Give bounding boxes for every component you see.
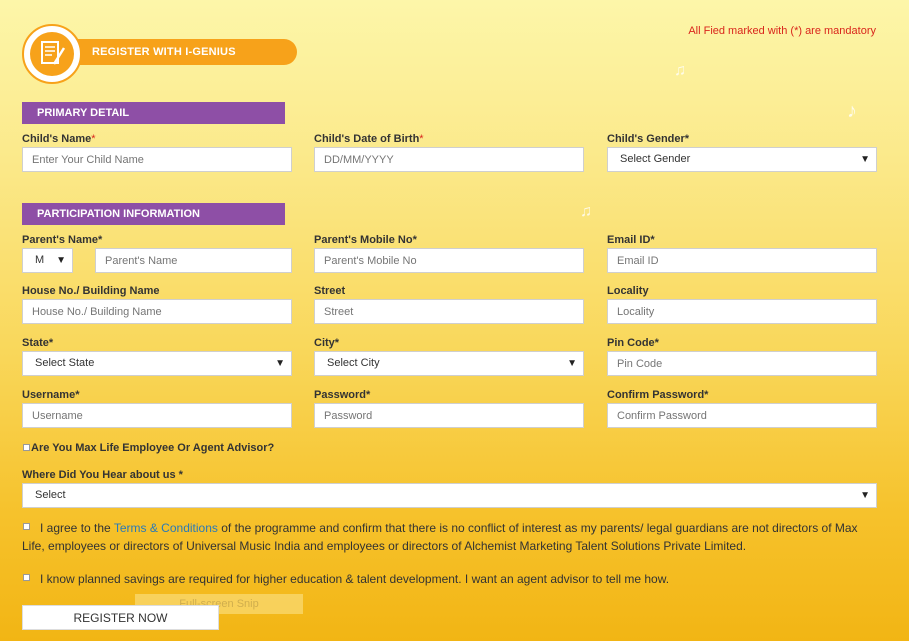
music-note-icon: ♫ xyxy=(674,62,686,79)
terms-link[interactable]: Terms & Conditions xyxy=(114,521,218,535)
child-gender-value: Select Gender xyxy=(620,153,691,165)
house-label: House No./ Building Name xyxy=(22,285,160,297)
username-label: Username* xyxy=(22,389,80,401)
section-primary-detail: PRIMARY DETAIL xyxy=(22,102,285,124)
password-label: Password* xyxy=(314,389,371,401)
city-value: Select City xyxy=(327,357,380,369)
child-name-input[interactable] xyxy=(22,147,292,172)
email-input[interactable] xyxy=(607,248,877,273)
city-label: City* xyxy=(314,337,340,349)
terms-text-line1: I agree to the Terms & Conditions of the… xyxy=(40,521,858,535)
email-label: Email ID* xyxy=(607,234,655,246)
dropdown-arrow-icon: ▼ xyxy=(860,490,870,501)
state-value: Select State xyxy=(35,357,95,369)
music-note-icon: ♫ xyxy=(580,203,592,220)
state-label: State* xyxy=(22,337,54,349)
salutation-select[interactable]: M ▼ xyxy=(22,248,73,273)
mandatory-note: All Fied marked with (*) are mandatory xyxy=(688,25,876,37)
terms-text-line2: Life, employees or directors of Universa… xyxy=(22,539,747,553)
parent-mobile-label: Parent's Mobile No* xyxy=(314,234,417,246)
house-input[interactable] xyxy=(22,299,292,324)
employee-checkbox-label: Are You Max Life Employee Or Agent Advis… xyxy=(31,442,275,454)
hear-about-label: Where Did You Hear about us * xyxy=(22,469,183,481)
street-label: Street xyxy=(314,285,346,297)
parent-mobile-input[interactable] xyxy=(314,248,584,273)
terms-checkbox[interactable] xyxy=(23,523,30,530)
savings-checkbox[interactable] xyxy=(23,574,30,581)
register-logo xyxy=(22,24,82,84)
dropdown-arrow-icon: ▼ xyxy=(860,154,870,165)
register-banner-label: REGISTER WITH I-GENIUS xyxy=(92,46,236,58)
locality-label: Locality xyxy=(607,285,649,297)
parent-name-input[interactable] xyxy=(95,248,292,273)
parent-name-label: Parent's Name* xyxy=(22,234,103,246)
section-participation-information: PARTICIPATION INFORMATION xyxy=(22,203,285,225)
salutation-value: M xyxy=(35,254,45,266)
music-note-icon: ♪ xyxy=(847,100,857,122)
dropdown-arrow-icon: ▼ xyxy=(56,255,66,266)
username-input[interactable] xyxy=(22,403,292,428)
child-name-label: Child's Name* xyxy=(22,133,96,145)
dropdown-arrow-icon: ▼ xyxy=(567,358,577,369)
hear-about-select[interactable]: Select ▼ xyxy=(22,483,877,508)
street-input[interactable] xyxy=(314,299,584,324)
register-banner: REGISTER WITH I-GENIUS xyxy=(52,39,297,65)
pincode-label: Pin Code* xyxy=(607,337,659,349)
dropdown-arrow-icon: ▼ xyxy=(275,358,285,369)
child-dob-label: Child's Date of Birth* xyxy=(314,133,424,145)
confirm-password-label: Confirm Password* xyxy=(607,389,709,401)
register-badge: REGISTER WITH I-GENIUS xyxy=(22,24,297,84)
child-gender-label: Child's Gender* xyxy=(607,133,690,145)
employee-checkbox[interactable] xyxy=(23,444,30,451)
locality-input[interactable] xyxy=(607,299,877,324)
form-document-icon xyxy=(41,41,66,65)
hear-about-value: Select xyxy=(35,489,66,501)
child-gender-select[interactable]: Select Gender ▼ xyxy=(607,147,877,172)
state-select[interactable]: Select State ▼ xyxy=(22,351,292,376)
pincode-input[interactable] xyxy=(607,351,877,376)
password-input[interactable] xyxy=(314,403,584,428)
child-dob-input[interactable] xyxy=(314,147,584,172)
city-select[interactable]: Select City ▼ xyxy=(314,351,584,376)
register-now-button[interactable]: REGISTER NOW xyxy=(22,605,219,630)
savings-checkbox-label: I know planned savings are required for … xyxy=(40,572,670,586)
confirm-password-input[interactable] xyxy=(607,403,877,428)
